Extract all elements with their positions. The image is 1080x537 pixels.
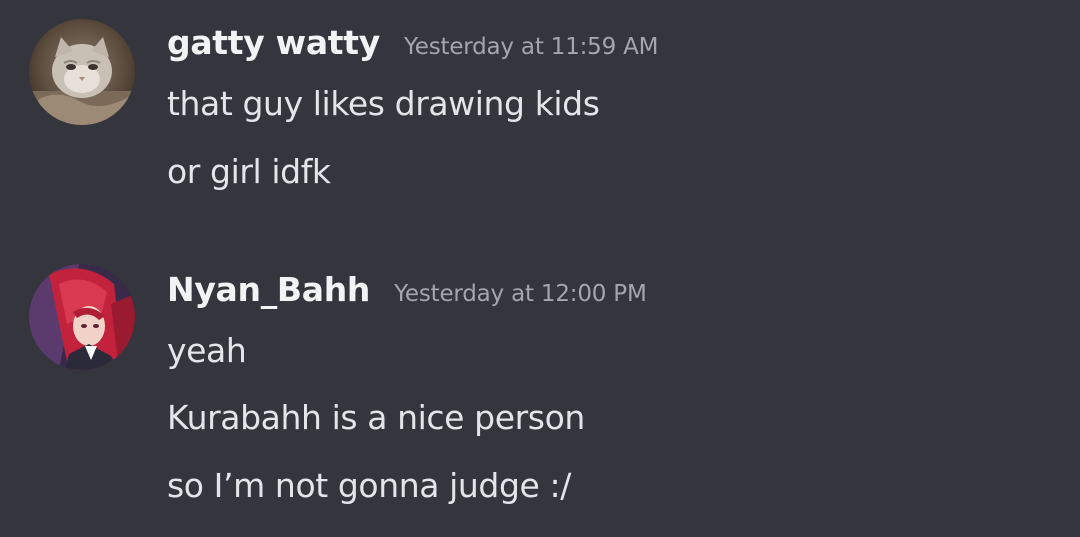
chat-log: gatty watty Yesterday at 11:59 AM that g…: [0, 0, 1080, 537]
message-text[interactable]: or girl idfk: [167, 152, 331, 191]
cat-avatar-icon: [29, 19, 135, 125]
username[interactable]: gatty watty: [167, 23, 380, 62]
message-text[interactable]: Kurabahh is a nice person: [167, 398, 585, 437]
anime-avatar-icon: [29, 264, 135, 370]
message-header: gatty watty Yesterday at 11:59 AM: [167, 23, 659, 62]
message-text[interactable]: yeah: [167, 331, 247, 370]
user-avatar-anime[interactable]: [29, 264, 135, 370]
user-avatar-cat[interactable]: [29, 19, 135, 125]
message-header: Nyan_Bahh Yesterday at 12:00 PM: [167, 270, 647, 309]
message-text[interactable]: so I’m not gonna judge :/: [167, 466, 571, 505]
timestamp[interactable]: Yesterday at 11:59 AM: [404, 34, 659, 60]
timestamp[interactable]: Yesterday at 12:00 PM: [394, 281, 647, 307]
username[interactable]: Nyan_Bahh: [167, 270, 370, 309]
message-text[interactable]: that guy likes drawing kids: [167, 84, 600, 123]
